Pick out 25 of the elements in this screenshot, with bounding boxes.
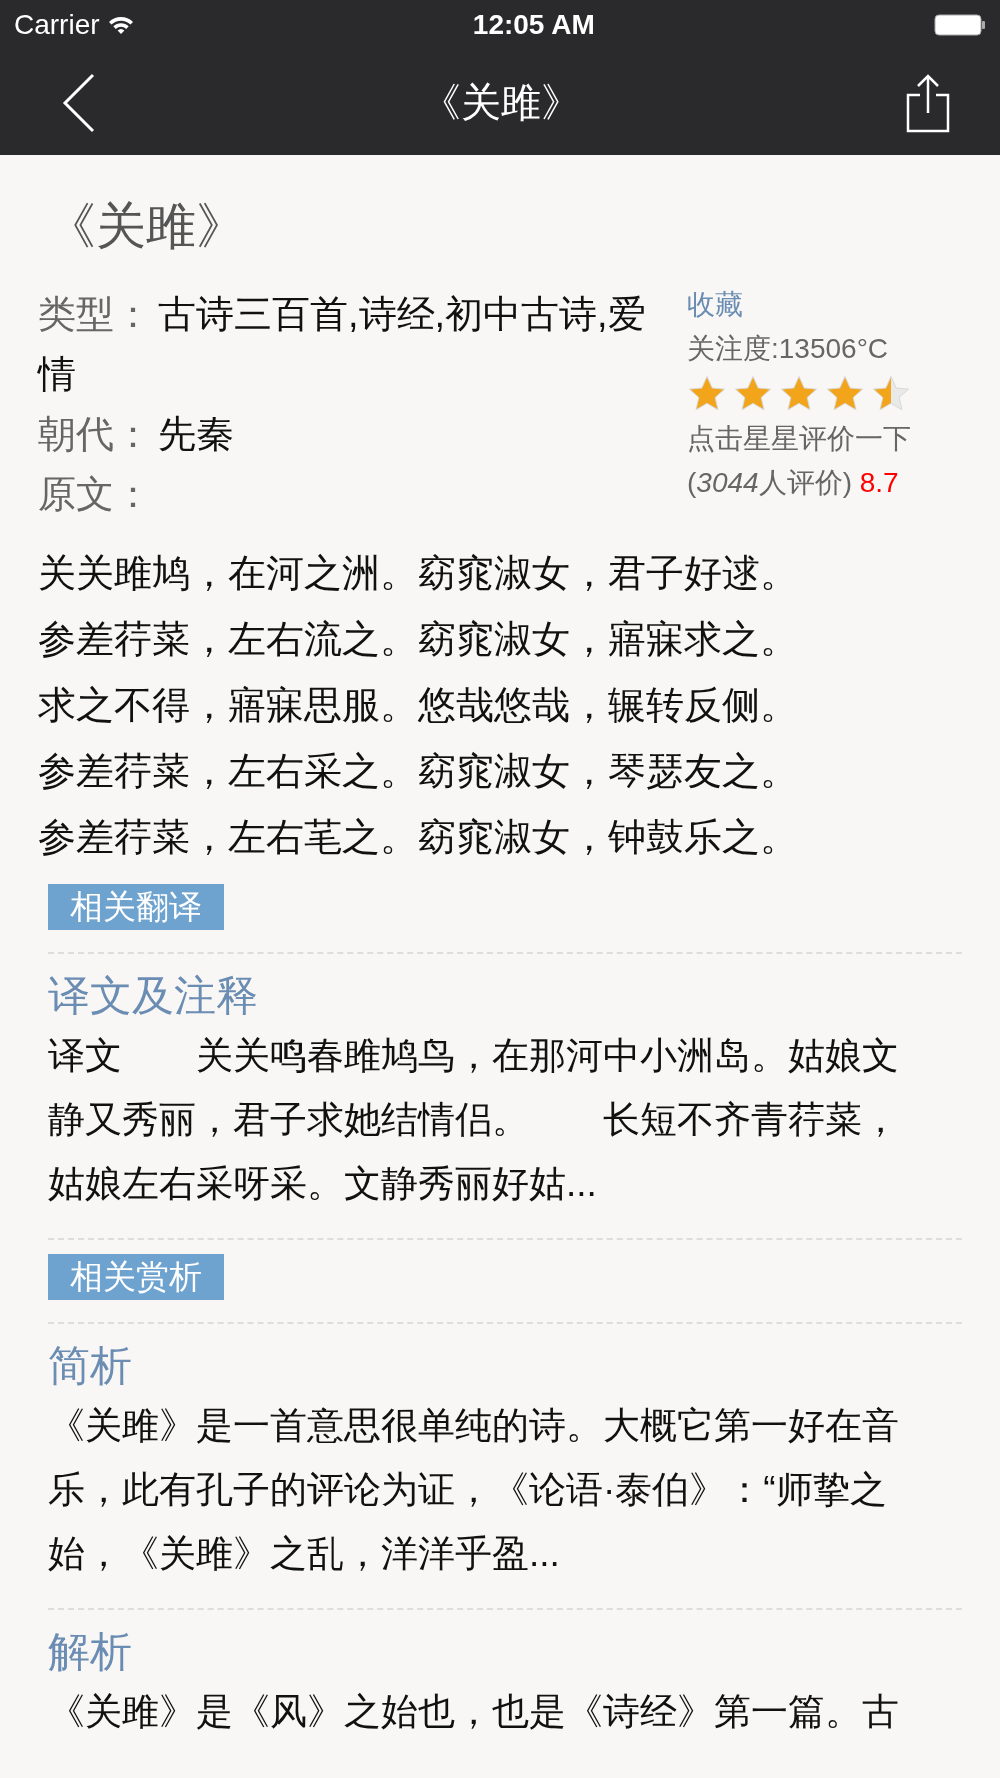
section-tag: 相关赏析 xyxy=(48,1254,224,1300)
back-icon[interactable] xyxy=(62,72,96,133)
nav-title: 《关雎》 xyxy=(421,79,581,126)
poem-text: 关关雎鸠，在河之洲。窈窕淑女，君子好逑。 参差荇菜，左右流之。窈窕淑女，寤寐求之。 求之不得，寤寐思服。悠哉悠哉，辗转反侧。 参差荇菜，左右采之。窈窕淑女，琴瑟友之。 参差荇菜，左右芼之。窈窕淑女，钟鼓乐之。 xyxy=(38,551,799,860)
article-excerpt[interactable]: 《关雎》是一首意思很单纯的诗。大概它第一好在音 乐，此有孔子的评论为证，《论语·泰伯》：“师挚之 始，《关雎》之乱，洋洋乎盈... xyxy=(48,1394,962,1586)
rating-hint: 点击星星评价一下 xyxy=(687,422,912,456)
share-icon[interactable] xyxy=(906,72,950,133)
article-heading[interactable]: 译文及注释 xyxy=(48,968,962,1024)
article-excerpt[interactable]: 译文 关关鸣春雎鸠鸟，在那河中小洲岛。姑娘文 静又秀丽，君子求她结情侣。 长短不齐青荇菜， 姑娘左右采呀采。文静秀丽好姑... xyxy=(48,1024,962,1216)
article-heading[interactable]: 简析 xyxy=(48,1338,962,1394)
wifi-icon xyxy=(107,15,134,35)
article-heading[interactable]: 解析 xyxy=(48,1624,962,1680)
rating-score: 8.7 xyxy=(859,467,899,498)
poem-title: 《关雎》 xyxy=(45,197,247,256)
battery-icon xyxy=(934,13,986,37)
section-tag: 相关翻译 xyxy=(48,884,224,930)
meta-entry: 类型：古诗三百首,诗经,初中古诗,爱情 xyxy=(38,292,647,397)
meta-entry: 朝代：先秦 xyxy=(38,412,234,457)
carrier-label: Carrier xyxy=(14,9,100,41)
clock-time: 12:05 AM xyxy=(472,9,595,41)
meta-entry: 原文： xyxy=(38,472,152,517)
favorite-link[interactable]: 收藏 xyxy=(687,286,962,324)
rating-count: (3044人评价) xyxy=(687,467,852,498)
popularity-text: 关注度:13506°C xyxy=(687,332,890,366)
article-excerpt[interactable]: 《关雎》是《风》之始也，也是《诗经》第一篇。古 xyxy=(48,1680,962,1744)
